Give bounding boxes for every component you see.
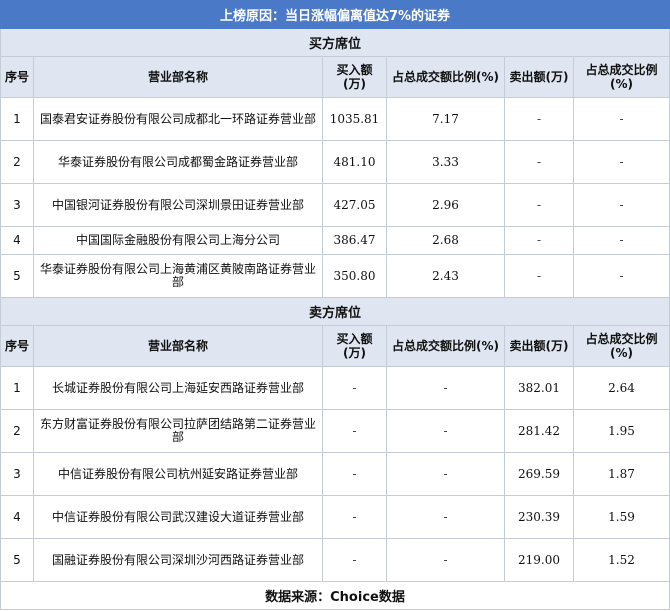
table-row: 5 国融证券股份有限公司深圳沙河西路证券营业部 - - 219.00 1.52 (0, 538, 670, 582)
title-row: 上榜原因：当日涨幅偏离值达7%的证券 (0, 0, 670, 29)
sell-pct-cell: 1.95 (572, 409, 670, 453)
table-row: 2 华泰证券股份有限公司成都蜀金路证券营业部 481.10 3.33 - - (0, 140, 670, 184)
buy-amount-cell: 350.80 (322, 254, 387, 298)
seq-cell: 5 (0, 538, 34, 582)
seq-cell: 1 (0, 97, 34, 141)
header-buy: 买入额(万) (322, 325, 387, 367)
table-row: 4 中国国际金融股份有限公司上海分公司 386.47 2.68 - - (0, 226, 670, 255)
table-row: 1 长城证券股份有限公司上海延安西路证券营业部 - - 382.01 2.64 (0, 366, 670, 410)
buy-amount-cell: - (322, 538, 387, 582)
buy-amount-cell: - (322, 495, 387, 539)
header-name: 营业部名称 (33, 56, 323, 98)
sell-pct-cell: 1.59 (572, 495, 670, 539)
lhb-table-container: 上榜原因：当日涨幅偏离值达7%的证券 买方席位 序号 营业部名称 买入额(万) … (0, 0, 670, 610)
buy-section-label: 买方席位 (0, 28, 670, 57)
sell-amount-cell: 269.59 (504, 452, 574, 496)
sell-amount-cell: - (504, 97, 574, 141)
buy-amount-cell: 1035.81 (322, 97, 387, 141)
header-seq: 序号 (0, 325, 34, 367)
seq-cell: 1 (0, 366, 34, 410)
header-buy-pct: 占总成交额比例(%) (386, 325, 505, 367)
buy-pct-cell: - (386, 538, 505, 582)
sell-header-row: 序号 营业部名称 买入额(万) 占总成交额比例(%) 卖出额(万) 占总成交比例… (0, 325, 670, 367)
seq-cell: 3 (0, 183, 34, 227)
broker-name-cell: 国融证券股份有限公司深圳沙河西路证券营业部 (33, 538, 323, 582)
header-sell-pct: 占总成交比例(%) (572, 325, 670, 367)
broker-name-cell: 国泰君安证券股份有限公司成都北一环路证券营业部 (33, 97, 323, 141)
sell-pct-cell: - (572, 140, 670, 184)
sell-pct-cell: 2.64 (572, 366, 670, 410)
buy-pct-cell: 3.33 (386, 140, 505, 184)
broker-name-cell: 中国国际金融股份有限公司上海分公司 (33, 226, 323, 255)
broker-name-cell: 长城证券股份有限公司上海延安西路证券营业部 (33, 366, 323, 410)
table-row: 5 华泰证券股份有限公司上海黄浦区黄陂南路证券营业部 350.80 2.43 -… (0, 254, 670, 298)
table-row: 3 中信证券股份有限公司杭州延安路证券营业部 - - 269.59 1.87 (0, 452, 670, 496)
sell-pct-cell: - (572, 97, 670, 141)
header-buy: 买入额(万) (322, 56, 387, 98)
buy-amount-cell: - (322, 366, 387, 410)
lhb-table: 上榜原因：当日涨幅偏离值达7%的证券 买方席位 序号 营业部名称 买入额(万) … (0, 0, 670, 610)
footer-row: 数据来源：Choice数据 (0, 581, 670, 610)
sell-pct-cell: 1.52 (572, 538, 670, 582)
broker-name-cell: 中信证券股份有限公司杭州延安路证券营业部 (33, 452, 323, 496)
header-sell: 卖出额(万) (504, 56, 574, 98)
broker-name-cell: 中信证券股份有限公司武汉建设大道证券营业部 (33, 495, 323, 539)
buy-pct-cell: 2.68 (386, 226, 505, 255)
sell-amount-cell: - (504, 254, 574, 298)
broker-name-cell: 东方财富证券股份有限公司拉萨团结路第二证券营业部 (33, 409, 323, 453)
header-sell-pct: 占总成交比例(%) (572, 56, 670, 98)
broker-name-cell: 华泰证券股份有限公司成都蜀金路证券营业部 (33, 140, 323, 184)
seq-cell: 5 (0, 254, 34, 298)
sell-section-label: 卖方席位 (0, 297, 670, 326)
header-buy-pct: 占总成交额比例(%) (386, 56, 505, 98)
buy-header-row: 序号 营业部名称 买入额(万) 占总成交额比例(%) 卖出额(万) 占总成交比例… (0, 56, 670, 98)
buy-amount-cell: 427.05 (322, 183, 387, 227)
table-row: 3 中国银河证券股份有限公司深圳景田证券营业部 427.05 2.96 - - (0, 183, 670, 227)
buy-pct-cell: - (386, 452, 505, 496)
seq-cell: 3 (0, 452, 34, 496)
sell-amount-cell: 382.01 (504, 366, 574, 410)
header-seq: 序号 (0, 56, 34, 98)
seq-cell: 2 (0, 409, 34, 453)
buy-pct-cell: - (386, 366, 505, 410)
buy-pct-cell: 2.96 (386, 183, 505, 227)
header-name: 营业部名称 (33, 325, 323, 367)
seq-cell: 4 (0, 226, 34, 255)
data-source-note: 数据来源：Choice数据 (0, 581, 670, 610)
buy-pct-cell: - (386, 409, 505, 453)
buy-pct-cell: - (386, 495, 505, 539)
sell-amount-cell: - (504, 183, 574, 227)
table-row: 4 中信证券股份有限公司武汉建设大道证券营业部 - - 230.39 1.59 (0, 495, 670, 539)
table-row: 1 国泰君安证券股份有限公司成都北一环路证券营业部 1035.81 7.17 -… (0, 97, 670, 141)
sell-pct-cell: - (572, 183, 670, 227)
buy-amount-cell: 386.47 (322, 226, 387, 255)
broker-name-cell: 华泰证券股份有限公司上海黄浦区黄陂南路证券营业部 (33, 254, 323, 298)
buy-section-row: 买方席位 (0, 28, 670, 57)
table-row: 2 东方财富证券股份有限公司拉萨团结路第二证券营业部 - - 281.42 1.… (0, 409, 670, 453)
buy-pct-cell: 7.17 (386, 97, 505, 141)
buy-amount-cell: - (322, 409, 387, 453)
sell-amount-cell: 219.00 (504, 538, 574, 582)
sell-pct-cell: - (572, 254, 670, 298)
seq-cell: 2 (0, 140, 34, 184)
table-title: 上榜原因：当日涨幅偏离值达7%的证券 (0, 0, 670, 29)
sell-section-row: 卖方席位 (0, 297, 670, 326)
broker-name-cell: 中国银河证券股份有限公司深圳景田证券营业部 (33, 183, 323, 227)
buy-amount-cell: - (322, 452, 387, 496)
sell-amount-cell: - (504, 140, 574, 184)
buy-amount-cell: 481.10 (322, 140, 387, 184)
sell-amount-cell: - (504, 226, 574, 255)
sell-pct-cell: - (572, 226, 670, 255)
sell-pct-cell: 1.87 (572, 452, 670, 496)
sell-amount-cell: 230.39 (504, 495, 574, 539)
seq-cell: 4 (0, 495, 34, 539)
header-sell: 卖出额(万) (504, 325, 574, 367)
buy-pct-cell: 2.43 (386, 254, 505, 298)
sell-amount-cell: 281.42 (504, 409, 574, 453)
